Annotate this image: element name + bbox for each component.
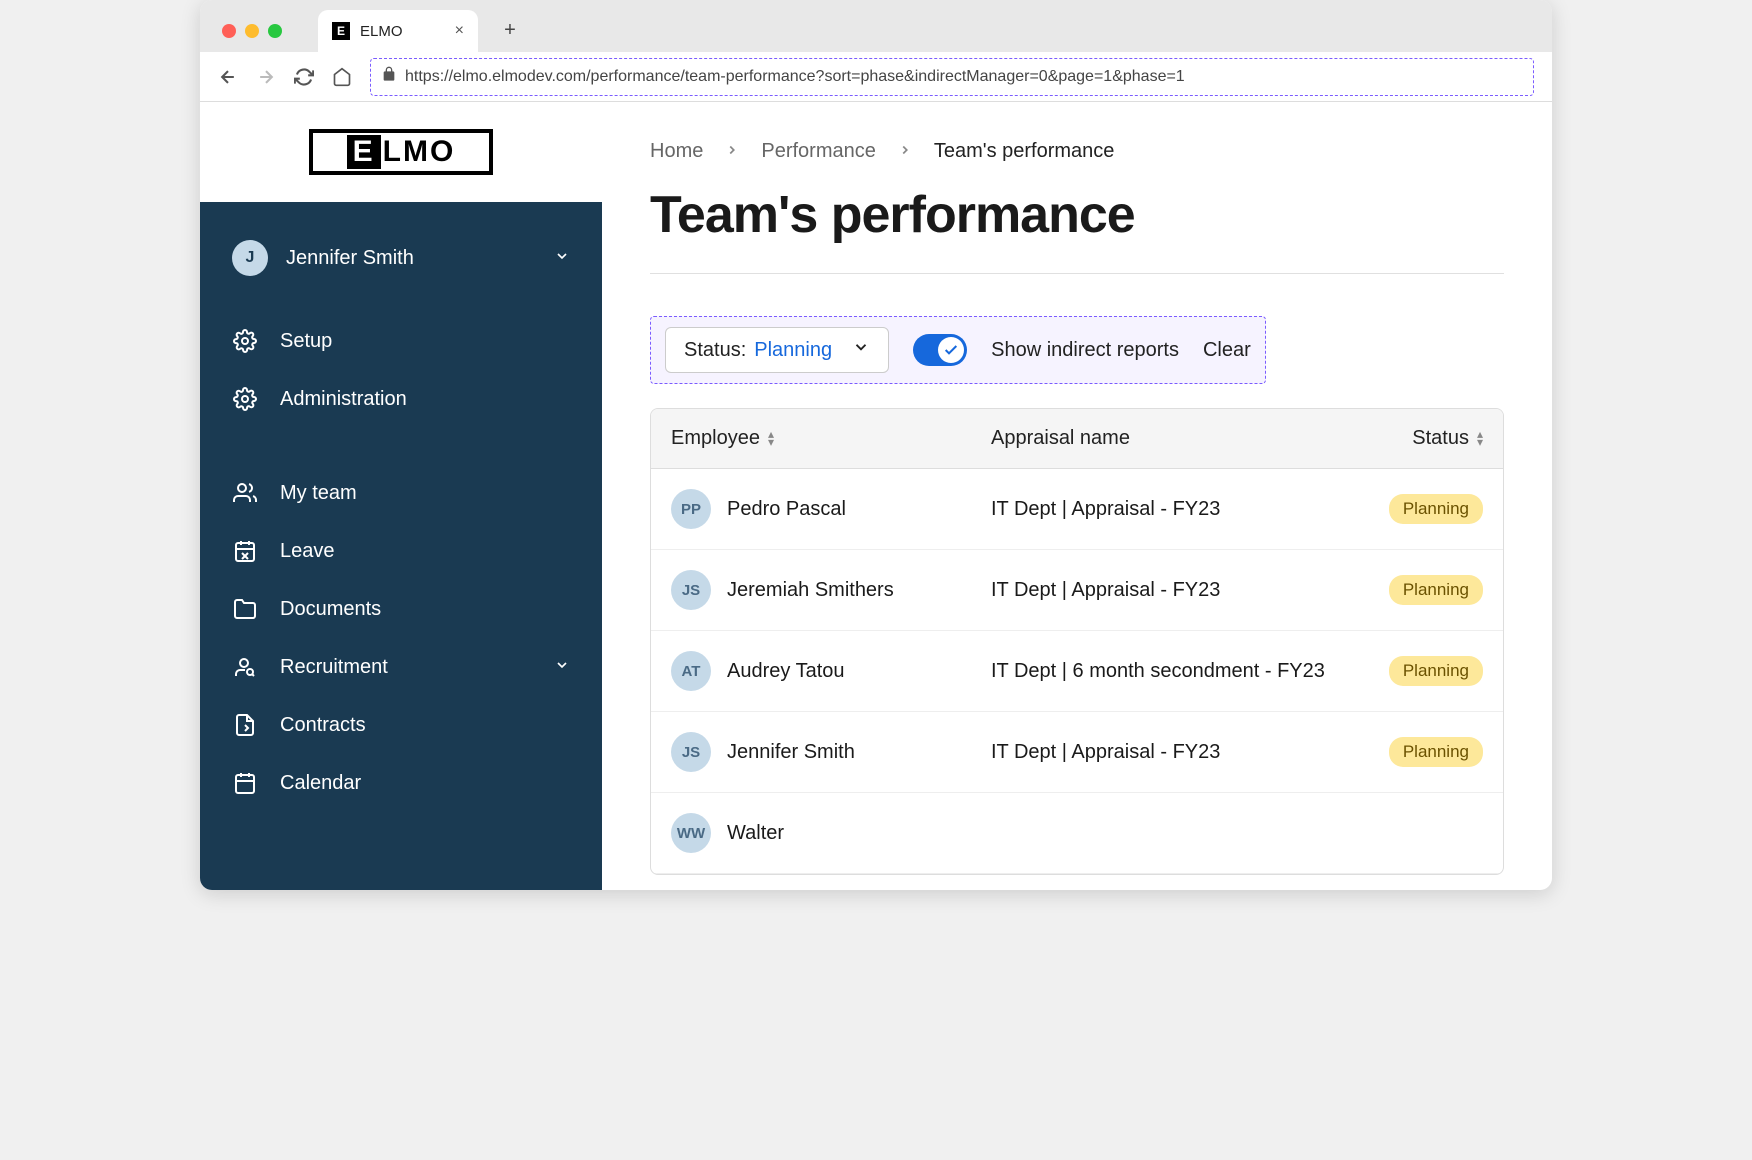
status-badge: Planning	[1389, 575, 1483, 605]
sidebar-user-menu[interactable]: J Jennifer Smith	[200, 222, 602, 294]
browser-tab[interactable]: E ELMO ×	[318, 10, 478, 52]
url-text: https://elmo.elmodev.com/performance/tea…	[405, 68, 1185, 86]
chevron-down-icon	[554, 248, 570, 269]
status-filter-dropdown[interactable]: Status: Planning	[665, 327, 889, 373]
sidebar: ELMO J Jennifer Smith	[200, 102, 602, 890]
avatar: AT	[671, 651, 711, 691]
clear-filters-button[interactable]: Clear	[1203, 339, 1251, 362]
breadcrumb-home[interactable]: Home	[650, 140, 703, 163]
status-badge: Planning	[1389, 494, 1483, 524]
home-button[interactable]	[332, 67, 352, 87]
table-row[interactable]: JS Jeremiah Smithers IT Dept | Appraisal…	[651, 550, 1503, 631]
chevron-right-icon	[725, 140, 739, 163]
sidebar-item-setup[interactable]: Setup	[200, 312, 602, 370]
url-bar[interactable]: https://elmo.elmodev.com/performance/tea…	[370, 58, 1534, 96]
lock-icon	[381, 66, 397, 87]
user-avatar: J	[232, 240, 268, 276]
nav-label: My team	[280, 482, 357, 505]
table-row[interactable]: AT Audrey Tatou IT Dept | 6 month second…	[651, 631, 1503, 712]
user-name: Jennifer Smith	[286, 247, 536, 270]
appraisal-name: IT Dept | Appraisal - FY23	[991, 579, 1333, 602]
sidebar-item-administration[interactable]: Administration	[200, 370, 602, 428]
back-button[interactable]	[218, 67, 238, 87]
calendar-icon	[232, 770, 258, 796]
employee-name: Walter	[727, 822, 784, 845]
sidebar-item-documents[interactable]: Documents	[200, 580, 602, 638]
nav-label: Leave	[280, 540, 335, 563]
sort-icon: ▴▾	[1477, 431, 1483, 445]
indirect-reports-toggle[interactable]	[913, 334, 967, 366]
gear-icon	[232, 328, 258, 354]
status-filter-label: Status:	[684, 339, 746, 362]
avatar: PP	[671, 489, 711, 529]
nav-label: Setup	[280, 330, 332, 353]
tab-close-icon[interactable]: ×	[455, 22, 464, 40]
nav-label: Contracts	[280, 714, 366, 737]
calendar-x-icon	[232, 538, 258, 564]
gear-icon	[232, 386, 258, 412]
appraisal-name: IT Dept | 6 month secondment - FY23	[991, 660, 1333, 683]
avatar: JS	[671, 732, 711, 772]
window-minimize-icon[interactable]	[245, 24, 259, 38]
performance-table: Employee ▴▾ Appraisal name Status ▴▾ PP …	[650, 408, 1504, 875]
new-tab-button[interactable]: +	[494, 14, 526, 46]
employee-name: Jeremiah Smithers	[727, 579, 894, 602]
forward-button[interactable]	[256, 67, 276, 87]
status-badge: Planning	[1389, 737, 1483, 767]
appraisal-name: IT Dept | Appraisal - FY23	[991, 498, 1333, 521]
reload-button[interactable]	[294, 67, 314, 87]
browser-tab-strip: E ELMO × +	[200, 0, 1552, 52]
table-row[interactable]: JS Jennifer Smith IT Dept | Appraisal - …	[651, 712, 1503, 793]
folder-icon	[232, 596, 258, 622]
th-status[interactable]: Status ▴▾	[1343, 427, 1483, 450]
employee-name: Pedro Pascal	[727, 498, 846, 521]
nav-label: Recruitment	[280, 656, 388, 679]
sidebar-item-leave[interactable]: Leave	[200, 522, 602, 580]
breadcrumb-current: Team's performance	[934, 140, 1115, 163]
sidebar-item-my-team[interactable]: My team	[200, 464, 602, 522]
breadcrumb: Home Performance Team's performance	[650, 140, 1504, 163]
employee-name: Audrey Tatou	[727, 660, 845, 683]
sidebar-item-contracts[interactable]: Contracts	[200, 696, 602, 754]
filter-bar: Status: Planning Show indirect reports C…	[650, 316, 1266, 384]
th-appraisal[interactable]: Appraisal name	[991, 427, 1333, 450]
breadcrumb-performance[interactable]: Performance	[761, 140, 876, 163]
status-filter-value: Planning	[754, 339, 832, 362]
window-close-icon[interactable]	[222, 24, 236, 38]
chevron-down-icon	[852, 338, 870, 362]
check-icon	[938, 337, 964, 363]
browser-toolbar: https://elmo.elmodev.com/performance/tea…	[200, 52, 1552, 102]
person-search-icon	[232, 654, 258, 680]
avatar: WW	[671, 813, 711, 853]
favicon-icon: E	[332, 22, 350, 40]
chevron-down-icon	[554, 656, 570, 679]
nav-label: Calendar	[280, 772, 361, 795]
appraisal-name: IT Dept | Appraisal - FY23	[991, 741, 1333, 764]
people-icon	[232, 480, 258, 506]
table-row[interactable]: PP Pedro Pascal IT Dept | Appraisal - FY…	[651, 469, 1503, 550]
status-badge: Planning	[1389, 656, 1483, 686]
main-content: Home Performance Team's performance Team…	[602, 102, 1552, 890]
sort-icon: ▴▾	[768, 431, 774, 445]
page-title: Team's performance	[650, 185, 1504, 274]
document-icon	[232, 712, 258, 738]
employee-name: Jennifer Smith	[727, 741, 855, 764]
sidebar-item-calendar[interactable]: Calendar	[200, 754, 602, 812]
nav-label: Administration	[280, 388, 407, 411]
avatar: JS	[671, 570, 711, 610]
toggle-label: Show indirect reports	[991, 339, 1179, 362]
table-row[interactable]: WW Walter	[651, 793, 1503, 874]
tab-title: ELMO	[360, 23, 403, 40]
nav-label: Documents	[280, 598, 381, 621]
window-maximize-icon[interactable]	[268, 24, 282, 38]
logo[interactable]: ELMO	[309, 129, 493, 175]
sidebar-item-recruitment[interactable]: Recruitment	[200, 638, 602, 696]
th-employee[interactable]: Employee ▴▾	[671, 427, 981, 450]
chevron-right-icon	[898, 140, 912, 163]
